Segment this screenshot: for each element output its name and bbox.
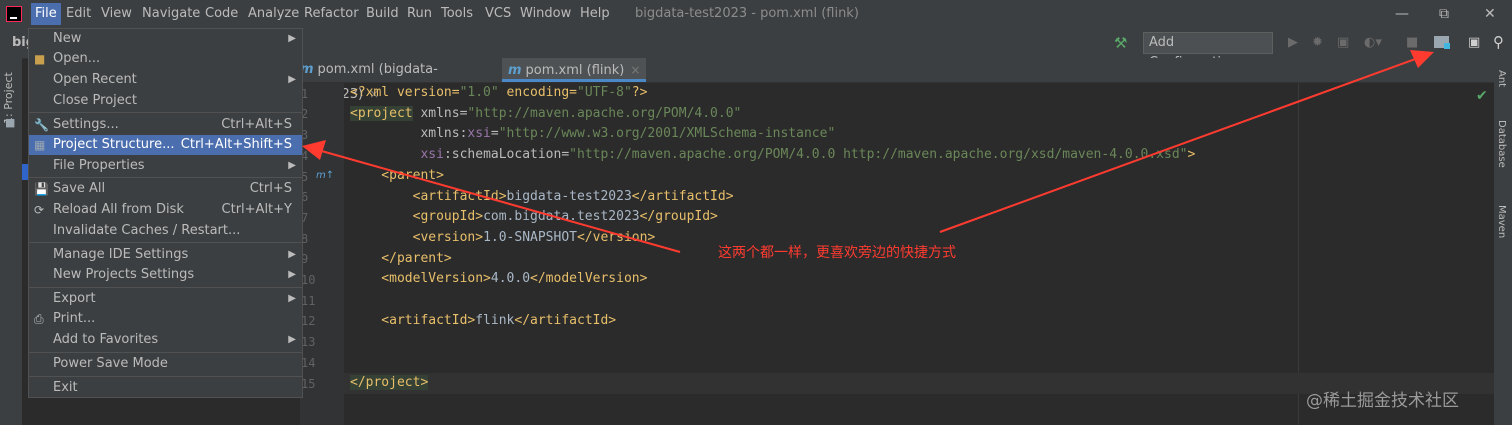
annotation-text: 这两个都一样，更喜欢旁边的快捷方式 — [718, 245, 956, 261]
arrow-to-menu-head — [302, 140, 326, 160]
watermark: @稀土掘金技术社区 — [1306, 391, 1459, 411]
annotation-arrows — [302, 50, 1434, 253]
arrow-to-menu-line — [317, 149, 681, 253]
arrow-to-toolbar-line — [939, 57, 1419, 233]
